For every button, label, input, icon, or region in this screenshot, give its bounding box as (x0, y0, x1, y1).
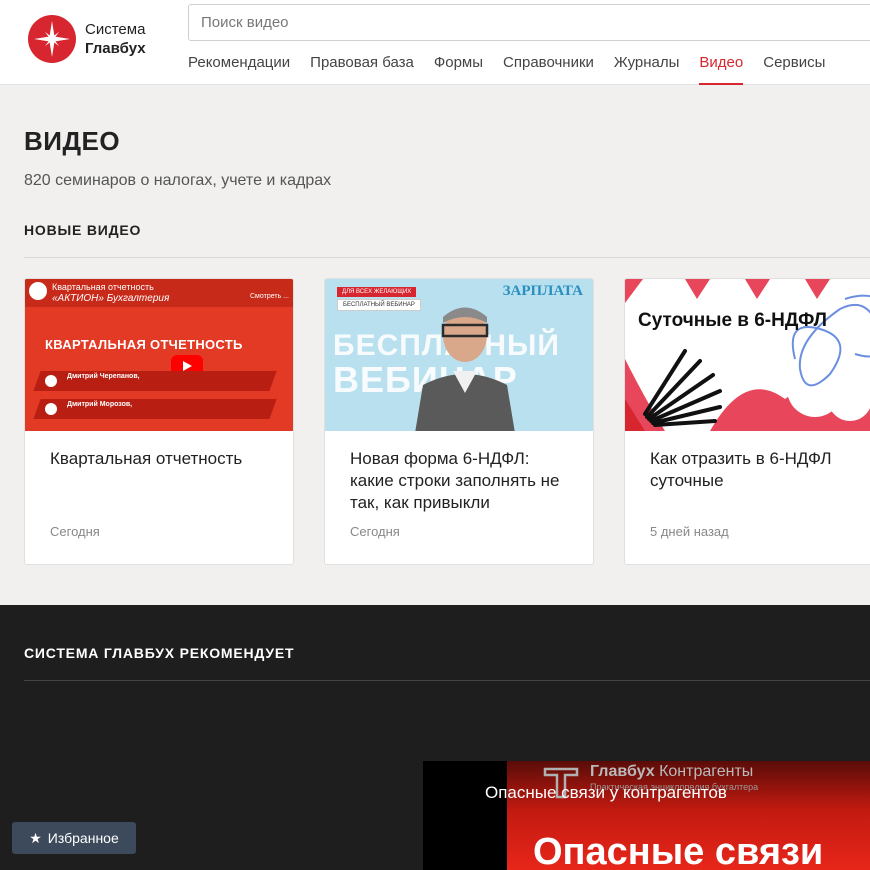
thumb-watch-label: Смотреть ... (250, 293, 289, 300)
nav-references[interactable]: Справочники (503, 52, 594, 85)
page-subtitle: 820 семинаров о налогах, учете и кадрах (24, 172, 332, 189)
thumb-title: КВАРТАЛЬНАЯ ОТЧЕТНОСТЬ (45, 337, 243, 352)
video-title[interactable]: Как отразить в 6-НДФЛ суточные (650, 448, 870, 492)
video-title[interactable]: Опасные связи у контрагентов (485, 783, 727, 803)
thumb-channel: «АКТИОН» Бухгалтерия (52, 293, 170, 304)
nav-forms[interactable]: Формы (434, 52, 483, 85)
nav-journals[interactable]: Журналы (614, 52, 680, 85)
video-thumbnail[interactable]: Квартальная отчетность «АКТИОН» Бухгалте… (25, 279, 293, 431)
thumb-tag: БЕСПЛАТНЫЙ ВЕБИНАР (337, 299, 421, 311)
video-title[interactable]: Квартальная отчетность (50, 448, 275, 470)
thumb-decoration (625, 279, 870, 431)
nav-services[interactable]: Сервисы (763, 52, 825, 85)
speaker-name: Дмитрий Черепанов, (67, 373, 140, 380)
video-card[interactable]: БЕСПЛАТНЫЙ ВЕБИНАР ДЛЯ ВСЕХ ЖЕЛАЮЩИХ БЕС… (324, 278, 594, 565)
video-date: Сегодня (350, 524, 400, 539)
video-date: 5 дней назад (650, 524, 729, 539)
site-header: Система Главбух Рекомендации Правовая ба… (0, 0, 870, 85)
thumb-tag: ДЛЯ ВСЕХ ЖЕЛАЮЩИХ (337, 287, 417, 297)
star-icon: ★ (29, 829, 42, 846)
favorites-button[interactable]: ★ Избранное (12, 822, 136, 854)
video-thumbnail[interactable]: Суточные в 6-НДФЛ (625, 279, 870, 431)
favorites-label: Избранное (47, 830, 119, 846)
speaker-photo (415, 307, 515, 431)
video-title[interactable]: Новая форма 6-НДФЛ: какие строки заполня… (350, 448, 575, 514)
logo-star-icon (28, 15, 76, 63)
nav-legal-base[interactable]: Правовая база (310, 52, 414, 85)
main-nav: Рекомендации Правовая база Формы Справоч… (188, 52, 845, 85)
video-brand-rest: Контрагенты (654, 763, 754, 780)
logo-text: Система Главбух (85, 20, 146, 58)
nav-recommendations[interactable]: Рекомендации (188, 52, 290, 85)
page-title: ВИДЕО (24, 126, 121, 156)
video-brand: Главбух Контрагенты (590, 763, 753, 781)
logo-line1: Система (85, 21, 146, 38)
channel-logo-icon (29, 282, 47, 300)
video-brand-bold: Главбух (590, 763, 655, 780)
video-date: Сегодня (50, 524, 100, 539)
section-title-new-videos: НОВЫЕ ВИДЕО (24, 222, 142, 238)
video-card[interactable]: Суточные в 6-НДФЛ Как отразить в 6-НДФЛ … (624, 278, 870, 565)
search-input[interactable] (189, 5, 870, 40)
thumb-brand: ЗАРПЛАТА (502, 283, 583, 299)
thumb-title: Суточные в 6-НДФЛ (638, 310, 827, 331)
recommend-divider (24, 680, 870, 681)
video-headline: Опасные связи (533, 831, 824, 870)
recommend-title: СИСТЕМА ГЛАВБУХ РЕКОМЕНДУЕТ (24, 645, 295, 661)
section-divider (24, 257, 870, 258)
speaker-name: Дмитрий Морозов, (67, 401, 133, 408)
nav-video[interactable]: Видео (699, 52, 743, 85)
thumb-header: Квартальная отчетность (52, 282, 154, 292)
logo[interactable]: Система Главбух (28, 14, 168, 64)
video-thumbnail[interactable]: БЕСПЛАТНЫЙ ВЕБИНАР ДЛЯ ВСЕХ ЖЕЛАЮЩИХ БЕС… (325, 279, 593, 431)
speaker-avatar (45, 403, 57, 415)
logo-line2: Главбух (85, 40, 146, 57)
video-card[interactable]: Квартальная отчетность «АКТИОН» Бухгалте… (24, 278, 294, 565)
speaker-avatar (45, 375, 57, 387)
recommended-video-player[interactable]: Главбух Контрагенты Практическая энцикло… (423, 761, 870, 870)
search-box (188, 4, 870, 41)
